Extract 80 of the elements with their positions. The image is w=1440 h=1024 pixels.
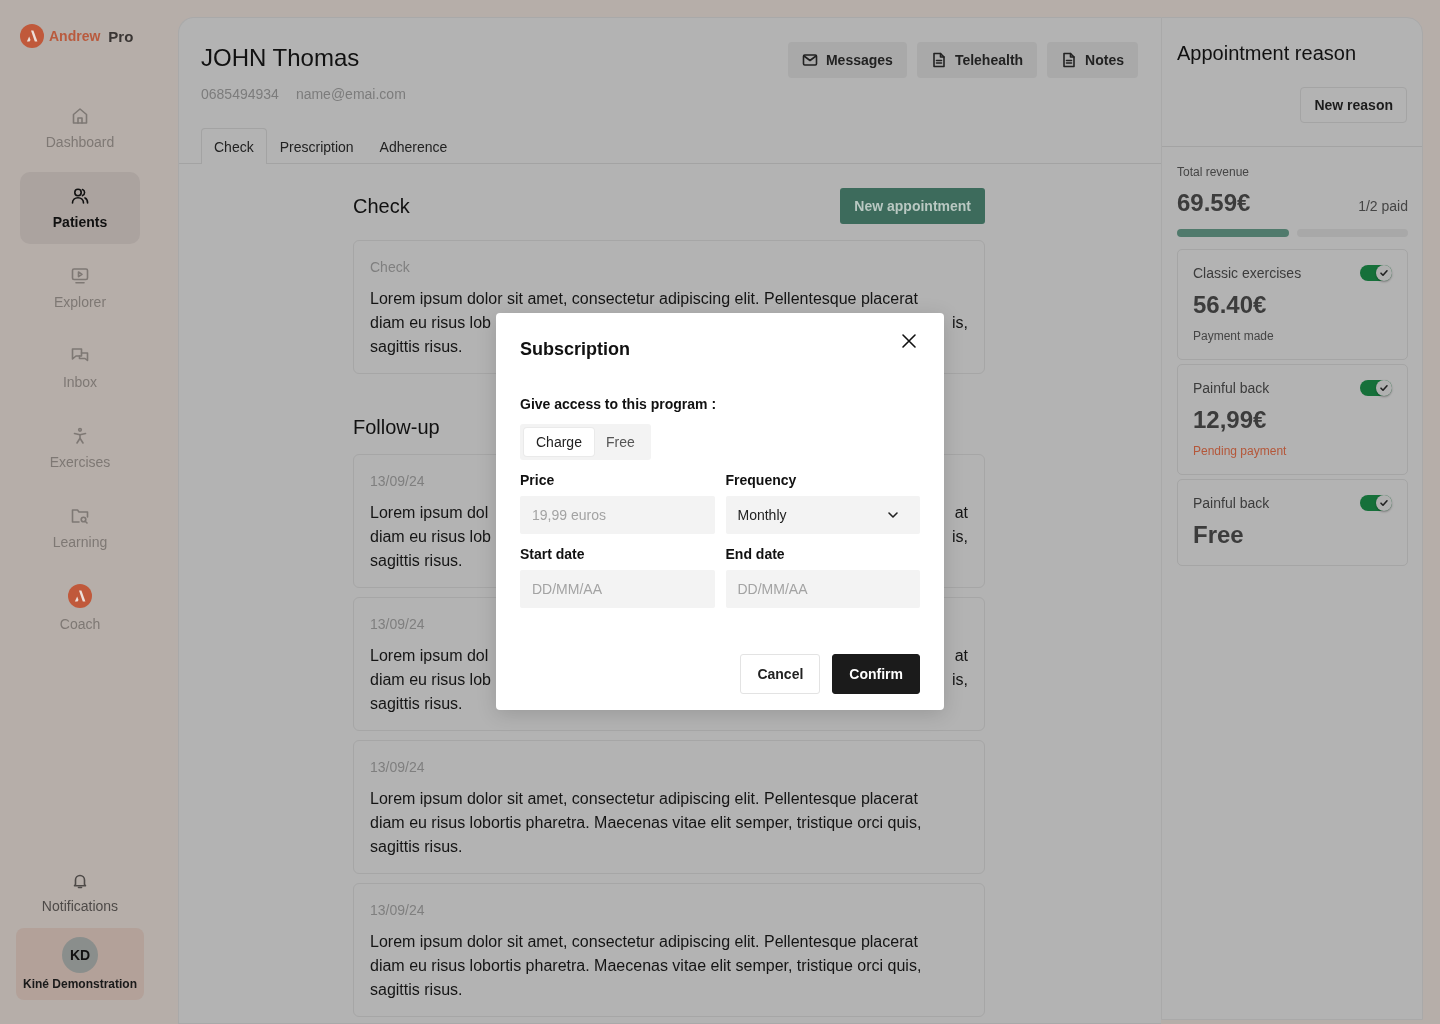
new-appointment-button[interactable]: New appointment	[840, 188, 985, 224]
brand-suffix: Pro	[108, 27, 134, 45]
note-text: sagittis risus.	[370, 694, 463, 714]
input-field[interactable]: DD/MM/AA	[725, 570, 920, 608]
user-name: Kiné Demonstration	[23, 977, 137, 991]
reason-amount: 56.40€	[1193, 291, 1268, 319]
reason-name: Painful back	[1193, 380, 1270, 396]
note-text: at	[954, 503, 968, 523]
toggle-switch[interactable]	[1360, 380, 1392, 396]
toggle-switch[interactable]	[1360, 495, 1392, 511]
dropdown-field[interactable]: Monthly	[725, 496, 920, 534]
revenue-label: Total revenue	[1177, 165, 1251, 179]
document-icon	[1061, 52, 1078, 68]
note-text: Lorem ipsum dolor sit amet, consectetur adipiscing elit. Pellentesque placerat	[370, 789, 918, 809]
check-icon	[1379, 498, 1389, 508]
nav-item[interactable]: Patients	[20, 172, 140, 244]
field-label: Frequency	[725, 472, 798, 488]
section-title: Follow-up	[353, 415, 440, 439]
field-label: End date	[725, 546, 786, 562]
reason-name: Classic exercises	[1193, 265, 1302, 281]
segment-option[interactable]: Charge	[524, 428, 594, 456]
note-text: Lorem ipsum dol	[370, 503, 489, 523]
document-icon	[930, 52, 947, 68]
note-text: sagittis risus.	[370, 551, 463, 571]
tab[interactable]: Check	[201, 128, 267, 164]
home-icon	[70, 106, 90, 126]
brand-name: Andrew	[49, 28, 101, 44]
avatar: KD	[62, 937, 98, 973]
reason-amount: 12,99€	[1193, 406, 1268, 434]
reason-name: Painful back	[1193, 495, 1270, 511]
tab[interactable]: Adherence	[366, 128, 461, 164]
note-text: at	[954, 646, 968, 666]
paid-count: 1/2 paid	[1358, 198, 1408, 214]
check-icon	[1379, 268, 1389, 278]
logo-icon	[20, 24, 44, 48]
payment-status: Pending payment	[1193, 444, 1288, 458]
access-label: Give access to this program :	[520, 396, 718, 412]
input-field[interactable]: 19,99 euros	[520, 496, 715, 534]
check-icon	[1379, 383, 1389, 393]
notifications-item[interactable]: Notifications	[16, 872, 144, 928]
field-label: Start date	[520, 546, 586, 562]
note-text: diam eu risus lobortis pharetra. Maecenas vitae elit semper, tristique orci quis,	[370, 956, 922, 976]
note-text: Lorem ipsum dolor sit amet, consectetur adipiscing elit. Pellentesque placerat	[370, 289, 918, 309]
modal-title: Subscription	[520, 339, 630, 360]
note-text: is,	[952, 670, 968, 690]
note-text: diam eu risus lob	[370, 670, 491, 690]
user-card[interactable]: KD Kiné Demonstration	[16, 928, 144, 1000]
payment-status: Payment made	[1193, 329, 1275, 343]
logo-icon	[68, 584, 92, 608]
reason-amount: Free	[1193, 521, 1245, 549]
note-text: diam eu risus lob	[370, 527, 491, 547]
note-text: sagittis risus.	[370, 980, 463, 1000]
folder-search-icon	[70, 506, 90, 526]
field-label: Price	[520, 472, 556, 488]
segment-option[interactable]: Free	[593, 428, 647, 456]
input-field[interactable]: DD/MM/AA	[520, 570, 715, 608]
section-title: Check	[353, 194, 410, 218]
tab[interactable]: Prescription	[266, 128, 367, 164]
confirm-button[interactable]: Confirm	[832, 654, 920, 694]
patient-name: JOHN Thomas	[201, 44, 361, 72]
action-button[interactable]: Telehealth	[916, 42, 1038, 78]
users-icon	[70, 186, 90, 206]
bell-icon	[71, 872, 89, 890]
note-text: diam eu risus lobortis pharetra. Maecenas vitae elit semper, tristique orci quis,	[370, 813, 922, 833]
note-text: Lorem ipsum dol	[370, 646, 489, 666]
action-button[interactable]: Messages	[787, 42, 907, 78]
note-text: sagittis risus.	[370, 837, 463, 857]
revenue-amount: 69.59€	[1177, 189, 1251, 217]
note-text: is,	[952, 527, 968, 547]
screen-play-icon	[70, 266, 90, 286]
action-button[interactable]: Notes	[1047, 42, 1138, 78]
note-text: sagittis risus.	[370, 337, 463, 357]
mail-icon	[801, 52, 818, 68]
note-text: diam eu risus lob	[370, 313, 491, 333]
toggle-switch[interactable]	[1360, 265, 1392, 281]
note-text: Lorem ipsum dolor sit amet, consectetur adipiscing elit. Pellentesque placerat	[370, 932, 918, 952]
panel-title: Appointment reason	[1177, 42, 1357, 65]
cancel-button[interactable]: Cancel	[740, 654, 821, 694]
new-reason-button[interactable]: New reason	[1300, 87, 1407, 123]
note-text: is,	[952, 313, 968, 333]
